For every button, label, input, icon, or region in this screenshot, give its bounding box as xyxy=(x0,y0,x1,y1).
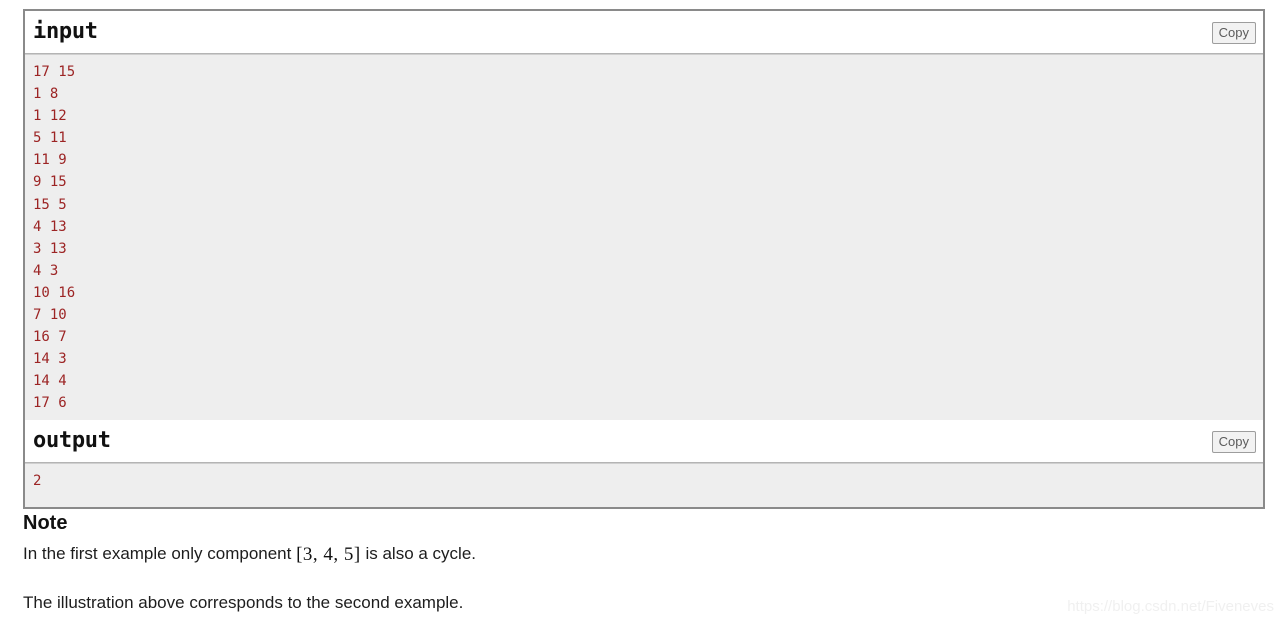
note-paragraph-1: In the first example only component [3, … xyxy=(23,543,1023,566)
input-line: 4 13 xyxy=(33,218,67,235)
input-line: 1 12 xyxy=(33,108,67,125)
output-title-bar: output Copy xyxy=(25,420,1263,463)
note-section: Note In the first example only component… xyxy=(23,511,1023,614)
input-title-bar: input Copy xyxy=(25,11,1263,54)
input-line: 15 5 xyxy=(33,196,67,213)
input-line: 7 10 xyxy=(33,307,67,324)
input-line: 17 15 xyxy=(33,64,76,80)
input-line: 5 11 xyxy=(33,130,67,147)
input-line: 16 7 xyxy=(33,329,67,346)
output-title-label: output xyxy=(33,428,111,453)
input-line: 17 6 xyxy=(33,395,67,412)
sample-tests-panel: input Copy 17 15 1 8 1 12 5 11 11 9 9 15… xyxy=(23,9,1265,509)
input-line: 14 3 xyxy=(33,351,67,368)
input-line: 11 9 xyxy=(33,152,67,169)
input-line: 1 8 xyxy=(33,86,59,103)
input-data-area[interactable]: 17 15 1 8 1 12 5 11 11 9 9 15 15 5 4 13 … xyxy=(25,54,1263,420)
note-paragraph-1-prefix: In the first example only component xyxy=(23,544,297,563)
input-line: 3 13 xyxy=(33,240,67,257)
input-line: 14 4 xyxy=(33,373,67,390)
note-paragraph-2: The illustration above corresponds to th… xyxy=(23,593,464,612)
output-data-area[interactable]: 2 xyxy=(25,463,1263,507)
note-paragraph-1-suffix: is also a cycle. xyxy=(360,544,477,563)
copy-output-button[interactable]: Copy xyxy=(1211,431,1256,453)
output-line: 2 xyxy=(33,473,42,489)
input-title-label: input xyxy=(33,19,98,44)
note-math-expression: [3, 4, 5] xyxy=(296,544,361,565)
input-line: 4 3 xyxy=(33,262,59,279)
page-root: input Copy 17 15 1 8 1 12 5 11 11 9 9 15… xyxy=(0,0,1280,626)
watermark-text: https://blog.csdn.net/Fiveneves xyxy=(1067,598,1274,615)
input-line: 9 15 xyxy=(33,174,67,191)
note-heading: Note xyxy=(23,512,68,534)
copy-input-button[interactable]: Copy xyxy=(1211,22,1256,44)
input-line: 10 16 xyxy=(33,284,76,301)
